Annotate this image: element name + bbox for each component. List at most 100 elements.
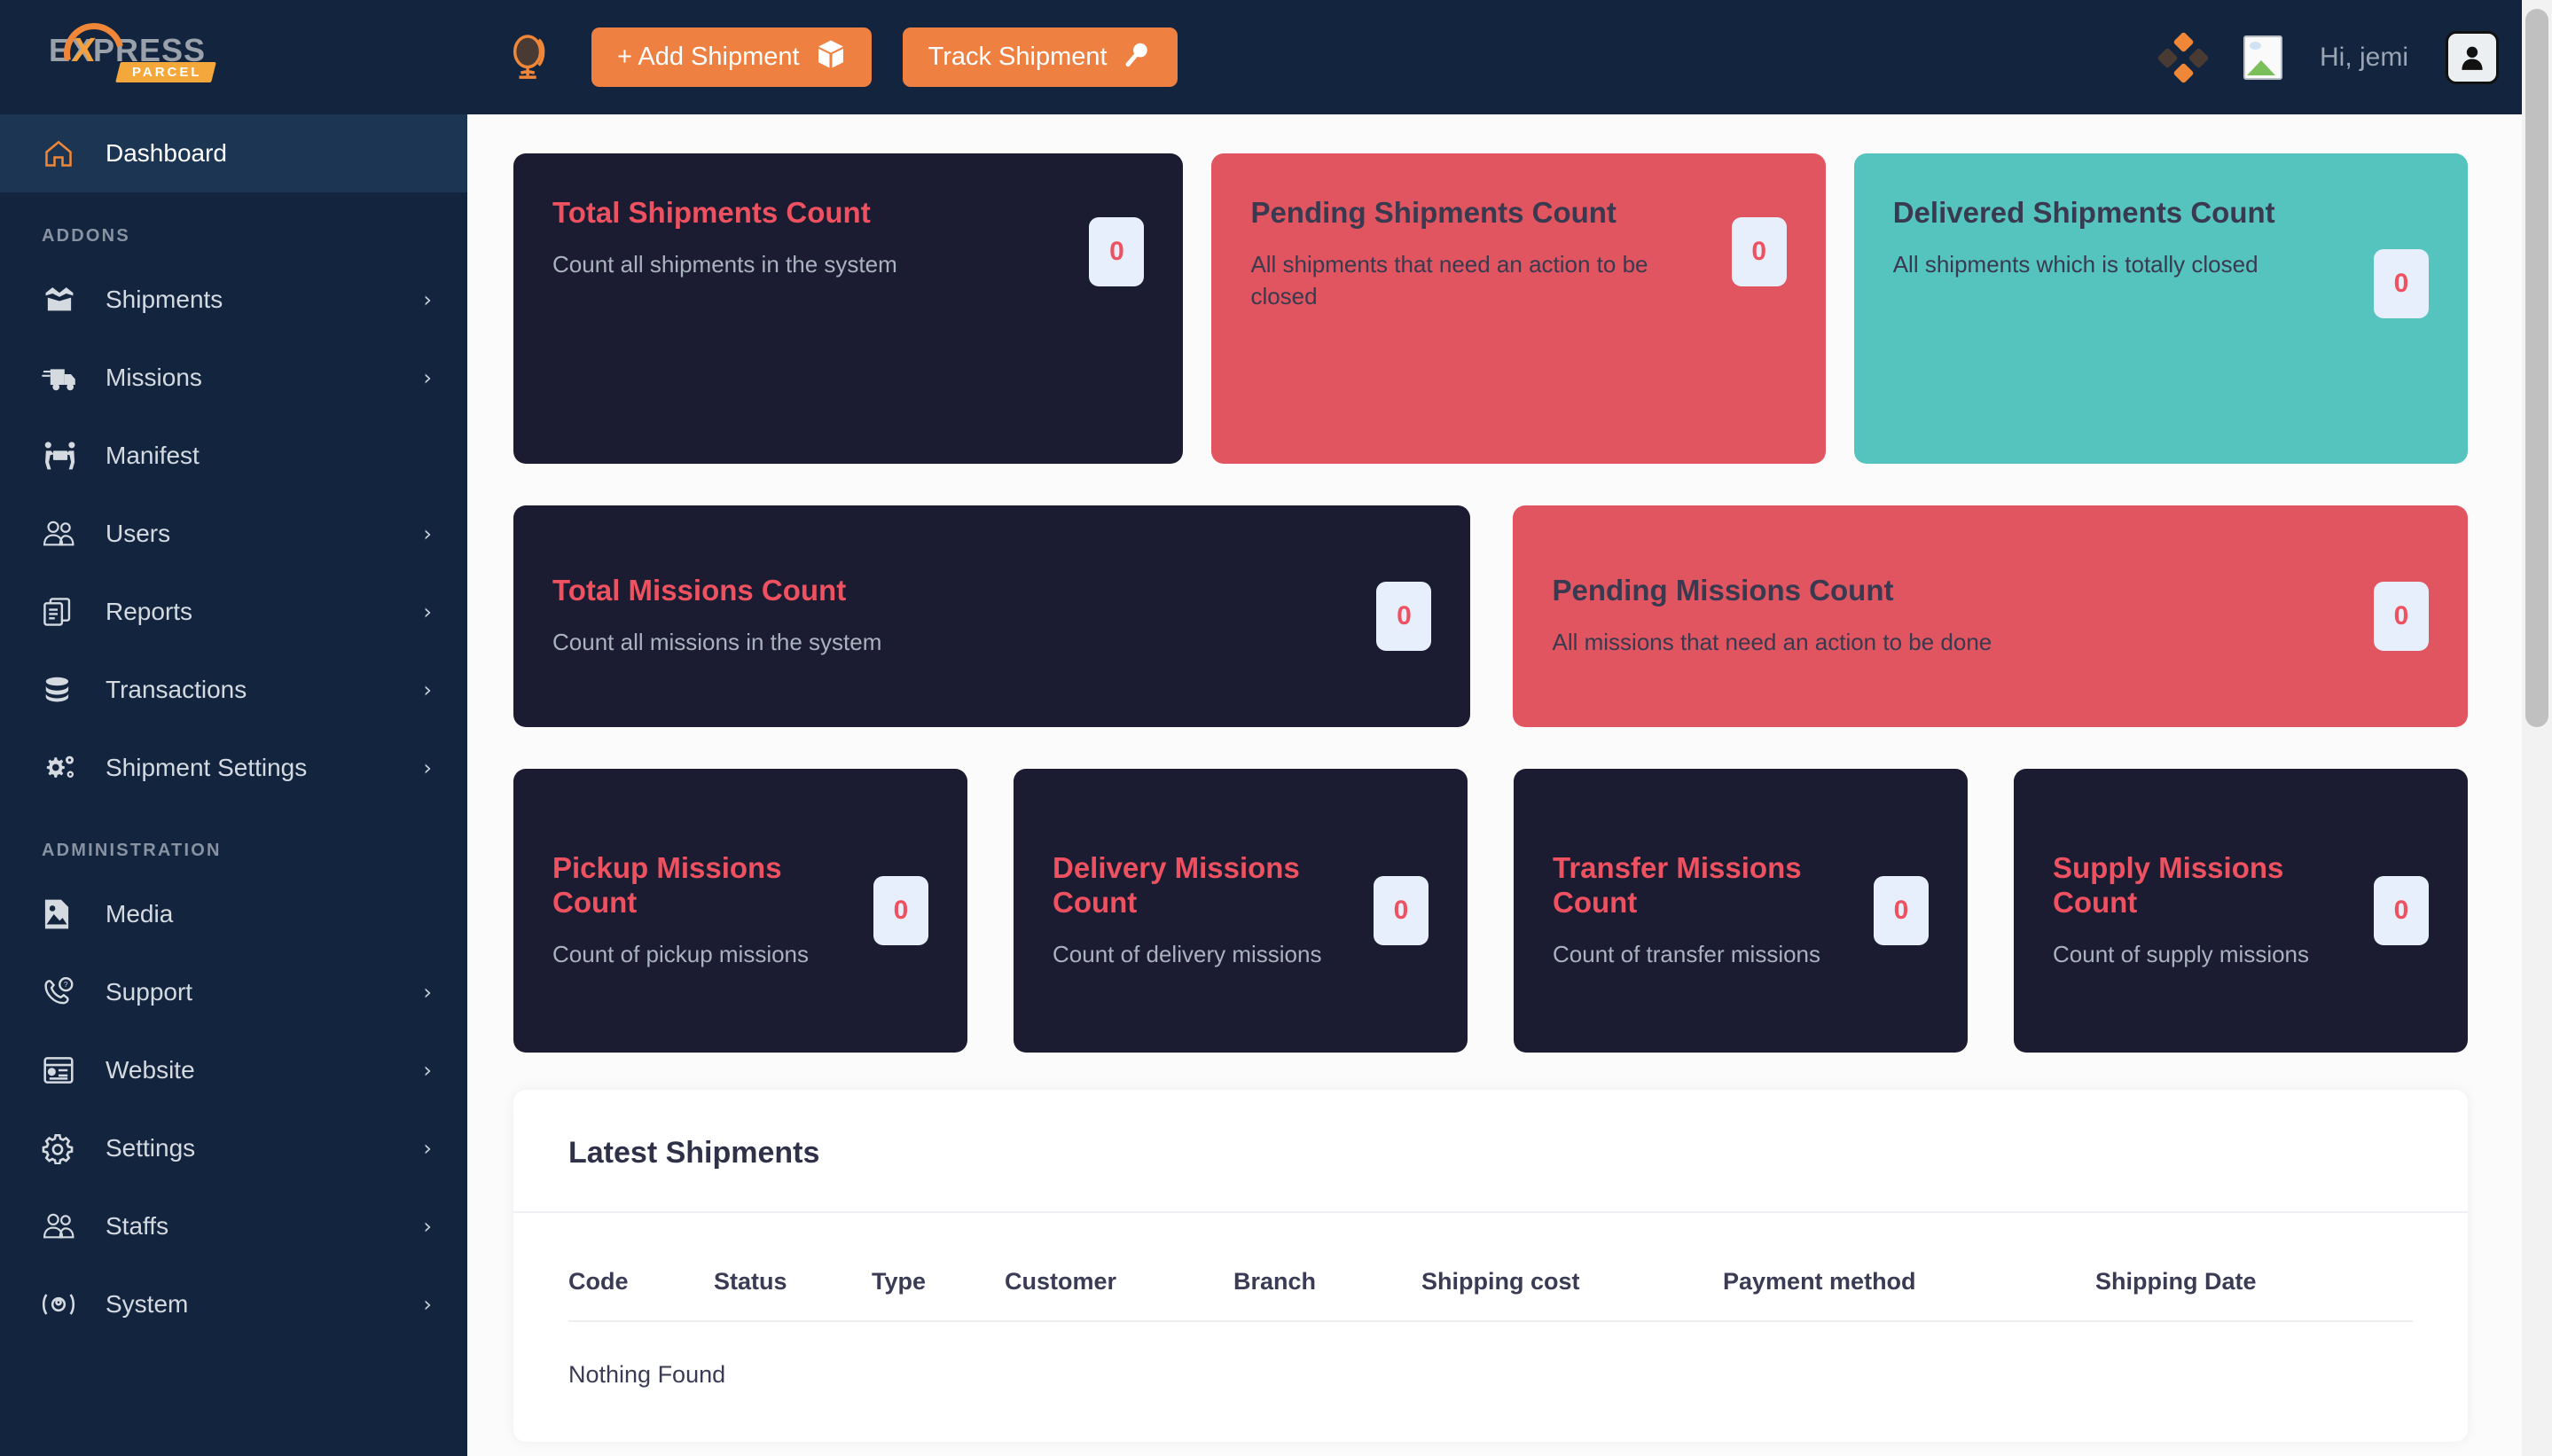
stats-row-1: Total Shipments Count Count all shipment…: [513, 153, 2468, 464]
staff-users-icon: [42, 1209, 82, 1244]
stat-card-delivered-shipments[interactable]: Delivered Shipments Count All shipments …: [1853, 153, 2468, 464]
diamond-grid-icon[interactable]: [2157, 30, 2210, 84]
stat-card-description: All missions that need an action to be d…: [1552, 629, 1992, 656]
broken-image-icon[interactable]: [2243, 35, 2282, 80]
chevron-right-icon: ›: [423, 287, 432, 312]
sidebar-item-website[interactable]: Website ›: [0, 1031, 467, 1109]
page-scrollbar-thumb[interactable]: [2525, 9, 2548, 727]
stat-card-total-missions[interactable]: Total Missions Count Count all missions …: [513, 505, 1471, 727]
stat-card-title: Pending Missions Count: [1552, 574, 1894, 607]
stat-card-supply-missions[interactable]: Supply Missions Count Count of supply mi…: [2014, 769, 2468, 1053]
browser-window-icon: [42, 1053, 82, 1088]
sidebar-item-label: Staffs: [106, 1212, 169, 1240]
column-header-branch[interactable]: Branch: [1233, 1268, 1421, 1296]
sidebar-item-label: Website: [106, 1056, 195, 1084]
stat-card-pickup-missions[interactable]: Pickup Missions Count Count of pickup mi…: [513, 769, 967, 1053]
stat-card-pending-missions[interactable]: Pending Missions Count All missions that…: [1513, 505, 2468, 727]
page-scrollbar[interactable]: [2522, 0, 2552, 1456]
chevron-right-icon: ›: [423, 1292, 432, 1317]
brand-logo[interactable]: EXPRESS X PARCEL: [0, 0, 467, 114]
sidebar-item-settings[interactable]: Settings ›: [0, 1109, 467, 1187]
stats-row-3: Pickup Missions Count Count of pickup mi…: [513, 769, 2468, 1053]
globe-icon[interactable]: [505, 33, 554, 82]
status-badge: 0: [2374, 249, 2429, 318]
status-badge: 0: [1731, 217, 1787, 286]
status-badge: 0: [1376, 582, 1432, 651]
stat-card-title: Delivery Missions Count: [1053, 850, 1300, 919]
sidebar-item-label: Dashboard: [106, 139, 227, 167]
table-header-row: Code Status Type Customer Branch Shippin…: [568, 1213, 2413, 1322]
top-header: + Add Shipment Track Shipment Hi, jemi: [467, 0, 2552, 114]
chevron-right-icon: ›: [423, 521, 432, 546]
sidebar-item-media[interactable]: Media: [0, 875, 467, 953]
avatar[interactable]: [2446, 30, 2499, 84]
sidebar-item-manifest[interactable]: Manifest: [0, 417, 467, 495]
chevron-right-icon: ›: [423, 1214, 432, 1239]
chevron-right-icon: ›: [423, 1136, 432, 1161]
status-badge: 0: [1374, 876, 1429, 945]
latest-shipments-panel: Latest Shipments Code Status Type Custom…: [513, 1090, 2468, 1442]
sidebar-section-administration: ADMINISTRATION: [42, 841, 222, 860]
sidebar: EXPRESS X PARCEL Dashboard ADDONS Shipme…: [0, 0, 467, 1456]
sidebar-item-label: Users: [106, 520, 171, 547]
user-greeting: Hi, jemi: [2319, 42, 2408, 72]
column-header-shipping-date[interactable]: Shipping Date: [2095, 1268, 2257, 1296]
two-people-carry-icon: [42, 438, 82, 474]
stat-card-title: Pickup Missions Count: [552, 850, 782, 919]
sidebar-section-addons: ADDONS: [42, 226, 130, 246]
sidebar-item-label: Missions: [106, 364, 202, 391]
chevron-right-icon: ›: [423, 980, 432, 1005]
stat-card-title: Total Missions Count: [552, 574, 847, 607]
sidebar-item-support[interactable]: ? Support ›: [0, 953, 467, 1031]
search-icon: [1123, 40, 1152, 75]
chevron-right-icon: ›: [423, 1058, 432, 1083]
documents-icon: [42, 594, 82, 630]
system-icon: [42, 1287, 82, 1322]
table-empty-row: Nothing Found: [568, 1322, 2413, 1442]
chevron-right-icon: ›: [423, 755, 432, 780]
sidebar-item-transactions[interactable]: Transactions ›: [0, 651, 467, 729]
stats-row-2: Total Missions Count Count all missions …: [513, 505, 2468, 727]
stat-card-transfer-missions[interactable]: Transfer Missions Count Count of transfe…: [1514, 769, 1968, 1053]
status-badge: 0: [2374, 876, 2429, 945]
empty-state-message: Nothing Found: [568, 1361, 726, 1388]
open-box-icon: [42, 282, 82, 317]
status-badge: 0: [873, 876, 928, 945]
sidebar-item-shipments[interactable]: Shipments ›: [0, 261, 467, 339]
sidebar-item-users[interactable]: Users ›: [0, 495, 467, 573]
coins-icon: [42, 672, 82, 708]
sidebar-item-shipment-settings[interactable]: Shipment Settings ›: [0, 729, 467, 807]
panel-header: Latest Shipments: [513, 1090, 2468, 1213]
chevron-right-icon: ›: [423, 599, 432, 624]
sidebar-item-dashboard[interactable]: Dashboard: [0, 114, 467, 192]
add-shipment-button[interactable]: + Add Shipment: [591, 27, 872, 87]
column-header-customer[interactable]: Customer: [1005, 1268, 1233, 1296]
column-header-code[interactable]: Code: [568, 1268, 714, 1296]
status-badge: 0: [1874, 876, 1929, 945]
sidebar-item-reports[interactable]: Reports ›: [0, 573, 467, 651]
gears-icon: [42, 750, 82, 786]
status-badge: 0: [1089, 217, 1145, 286]
column-header-shipping-cost[interactable]: Shipping cost: [1421, 1268, 1723, 1296]
stat-card-delivery-missions[interactable]: Delivery Missions Count Count of deliver…: [1014, 769, 1468, 1053]
stat-card-total-shipments[interactable]: Total Shipments Count Count all shipment…: [513, 153, 1184, 464]
stat-card-pending-shipments[interactable]: Pending Shipments Count All shipments th…: [1211, 153, 1826, 464]
logo-x-letter: X: [70, 31, 98, 69]
column-header-payment-method[interactable]: Payment method: [1723, 1268, 2095, 1296]
gear-icon: [42, 1131, 82, 1166]
sidebar-item-staffs[interactable]: Staffs ›: [0, 1187, 467, 1265]
stat-card-description: Count of supply missions: [2053, 940, 2310, 967]
column-header-type[interactable]: Type: [872, 1268, 1005, 1296]
sidebar-item-label: Media: [106, 900, 174, 928]
track-shipment-button[interactable]: Track Shipment: [902, 27, 1178, 87]
sidebar-item-label: Shipment Settings: [106, 754, 308, 781]
sidebar-item-missions[interactable]: Missions ›: [0, 339, 467, 417]
column-header-status[interactable]: Status: [714, 1268, 872, 1296]
svg-text:?: ?: [64, 980, 68, 989]
stat-card-title: Transfer Missions Count: [1553, 850, 1802, 919]
stat-card-title: Total Shipments Count: [552, 196, 871, 229]
header-right-cluster: Hi, jemi: [2157, 30, 2499, 84]
sidebar-item-system[interactable]: System ›: [0, 1265, 467, 1343]
users-icon: [42, 516, 82, 552]
chevron-right-icon: ›: [423, 677, 432, 702]
